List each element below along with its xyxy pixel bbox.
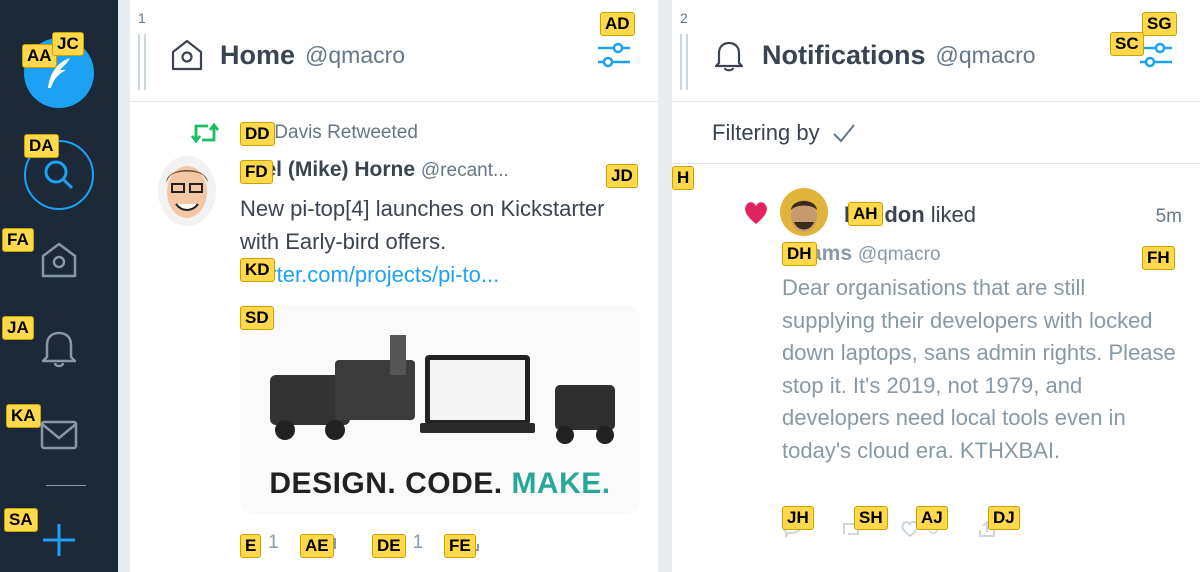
hint-badge: AD — [600, 12, 635, 36]
media-caption: DESIGN. CODE. MAKE. — [269, 467, 611, 500]
hint-badge: E — [240, 534, 262, 558]
hint-badge: FA — [2, 228, 34, 252]
bell-icon — [714, 41, 744, 72]
retweeted-by-text: ell Davis Retweeted — [250, 122, 418, 143]
quoted-handle: @qmacro — [857, 244, 941, 265]
hint-badge: JA — [2, 316, 34, 340]
quoted-text: Dear organisations that are still supply… — [782, 275, 1176, 463]
tweet: hael (Mike) Horne @recant... New pi-top[… — [240, 158, 640, 291]
hint-badge: JH — [782, 506, 814, 530]
home-column-button[interactable] — [24, 225, 94, 295]
tweetdeck-app: AA JC DA FA JA KA SA 1 Home @qmacro AD e… — [0, 0, 1200, 572]
notifications-column: 2 Notifications @qmacro SG SC Filtering … — [672, 0, 1200, 572]
hint-badge: AH — [848, 202, 883, 226]
hint-badge: JD — [606, 164, 638, 188]
hint-badge: KD — [240, 258, 275, 282]
hint-badge: H — [672, 166, 695, 190]
hint-badge: KA — [6, 404, 41, 428]
hint-badge: FH — [1142, 246, 1175, 270]
hint-badge: DH — [782, 242, 817, 266]
robot-illustration — [270, 335, 615, 444]
mail-icon — [40, 420, 78, 450]
notifications-column-button[interactable] — [24, 312, 94, 382]
like-count: 1 — [412, 532, 424, 553]
tweet-actions: 5 — [782, 518, 997, 540]
filter-label: Filtering by — [712, 119, 820, 145]
tweet-author[interactable]: hael (Mike) Horne @recant... — [240, 158, 640, 182]
hint-badge: DE — [372, 534, 406, 558]
home-column: 1 Home @qmacro AD ell Davis Retweeted DD… — [130, 0, 658, 572]
hint-badge: DA — [24, 134, 59, 158]
drag-handle[interactable] — [138, 34, 146, 90]
column-options-button[interactable] — [596, 36, 632, 72]
hint-badge: SG — [1142, 12, 1177, 36]
heart-icon — [745, 202, 767, 224]
notification-action: liked — [930, 202, 977, 227]
tweet-text: New pi-top[4] launches on Kickstarter wi… — [240, 196, 605, 254]
hint-badge: AJ — [916, 506, 948, 530]
hint-badge: SD — [240, 306, 274, 330]
hint-badge: AE — [300, 534, 334, 558]
column-title: Notifications — [762, 39, 926, 70]
retweet-context: ell Davis Retweeted — [190, 120, 418, 146]
hint-badge: SA — [4, 508, 38, 532]
tweet-link[interactable]: starter.com/projects/pi-to... — [240, 258, 640, 291]
hint-badge: SH — [854, 506, 888, 530]
hint-badge: DJ — [988, 506, 1020, 530]
column-title: Home — [220, 39, 296, 70]
hint-badge: JC — [52, 32, 84, 56]
drag-handle[interactable] — [680, 34, 688, 90]
tweet-media[interactable]: DESIGN. CODE. MAKE. — [240, 305, 640, 515]
sidebar: AA JC DA FA JA KA SA — [0, 0, 118, 572]
filter-bar[interactable]: Filtering by — [672, 102, 1200, 164]
tweet-handle: @recant... — [420, 160, 509, 181]
timestamp: 5m — [1155, 206, 1182, 227]
column-handle: @qmacro — [935, 41, 1036, 68]
sidebar-divider — [46, 485, 86, 486]
home-icon — [171, 39, 203, 71]
column-handle: @qmacro — [305, 41, 406, 68]
sliders-icon — [598, 42, 630, 68]
home-icon — [41, 242, 77, 278]
avatar[interactable] — [780, 188, 828, 236]
column-header: Home @qmacro — [130, 0, 658, 102]
hint-badge: DD — [240, 122, 275, 146]
plus-icon — [43, 524, 75, 556]
quoted-tweet: Adams @qmacro Dear organisations that ar… — [782, 242, 1182, 467]
quoted-author[interactable]: Adams @qmacro — [782, 242, 1182, 266]
reply-count: 1 — [268, 532, 279, 553]
hint-badge: FD — [240, 160, 273, 184]
bell-icon — [41, 331, 77, 368]
check-icon — [832, 123, 855, 142]
avatar[interactable] — [158, 156, 216, 226]
retweet-icon — [190, 122, 220, 144]
hint-badge: SC — [1110, 32, 1144, 56]
hint-badge: FE — [444, 534, 476, 558]
